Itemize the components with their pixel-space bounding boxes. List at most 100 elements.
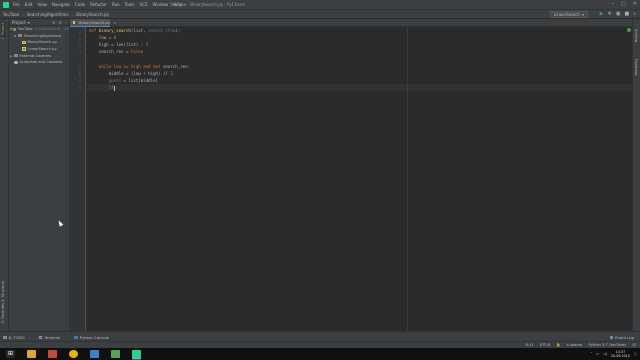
tree-external-label: External Libraries <box>19 53 52 58</box>
right-margin-guide <box>407 27 408 331</box>
hide-icon[interactable]: – <box>65 20 67 25</box>
window-title: YouTube - BinarySearch.py - PyCharm <box>170 2 246 7</box>
stop-icon[interactable]: ■ <box>624 11 629 17</box>
notifications-icon[interactable]: ▢ <box>634 352 637 356</box>
photos-icon[interactable] <box>90 350 99 358</box>
globe-icon[interactable]: ⊕ <box>52 20 55 25</box>
spreadsheet-icon[interactable] <box>111 350 120 358</box>
code-line-2: low = 0 <box>89 34 116 41</box>
indent-setting[interactable]: 4 spaces <box>567 343 583 347</box>
code-token: low = <box>89 35 114 40</box>
volume-icon[interactable]: ◁) <box>603 352 607 356</box>
tree-file-label: BinarySearch.py <box>27 40 57 45</box>
run-configuration-select[interactable]: LinearSearch ▾ <box>549 11 588 18</box>
chevron-up-icon[interactable]: ˄ <box>590 352 592 356</box>
run-config-label: LinearSearch <box>553 12 580 17</box>
code-token: ): <box>175 28 181 33</box>
system-tray: ˄ ▭ ◁) 14:37 20.06.2019 ▢ <box>590 350 640 358</box>
code-line-8: guess = list[middle] <box>89 77 158 84</box>
file-explorer-icon[interactable] <box>27 350 36 358</box>
tree-file-label: LinearSearch.py <box>27 47 57 52</box>
menu-window[interactable]: Window <box>153 2 169 7</box>
breadcrumb-project[interactable]: YouTube <box>0 12 22 17</box>
tool-tab-project[interactable]: 1: Project <box>1 23 5 40</box>
minimize-icon[interactable]: – <box>612 1 615 7</box>
tool-tab-terminal[interactable]: Terminal <box>38 335 61 340</box>
code-editor[interactable]: def binary_search(list, search_item): lo… <box>87 27 632 331</box>
lock-icon[interactable]: 🔓 <box>556 343 560 347</box>
network-icon[interactable]: ▭ <box>596 352 599 356</box>
menu-view[interactable]: View <box>37 2 47 7</box>
tool-tab-database[interactable]: Database <box>634 59 638 76</box>
menu-code[interactable]: Code <box>75 2 85 7</box>
tree-item-scratches[interactable]: Scratches and Consoles <box>9 59 69 66</box>
line-number: 7 <box>78 78 81 83</box>
maximize-icon[interactable]: □ <box>621 1 626 7</box>
tree-item-binary-search[interactable]: BinarySearch.py <box>9 39 69 46</box>
chrome-icon[interactable] <box>69 350 78 358</box>
tool-tab-event-log[interactable]: Event Log <box>609 335 634 340</box>
tool-tab-structure[interactable]: 2: Structure <box>1 281 5 302</box>
breadcrumb-folder[interactable]: SearchingAlgorithms <box>24 12 72 17</box>
tree-item-root[interactable]: ▼ YouTube C:\Users\Saruf...\Py <box>9 26 69 33</box>
code-token: guess <box>108 78 122 83</box>
code-line-6: while low <= high and not search_res: <box>89 63 190 70</box>
tool-tab-label: 6: TODO <box>8 335 25 340</box>
menu-tools[interactable]: Tools <box>125 2 135 7</box>
debug-icon[interactable]: ✱ <box>608 11 612 17</box>
file-encoding[interactable]: UTF-8 <box>540 343 550 347</box>
menu-file[interactable]: File <box>13 2 20 7</box>
code-token: = list[middle] <box>121 78 159 83</box>
coverage-icon[interactable]: ▣ <box>616 11 621 17</box>
python-file-icon <box>73 20 75 25</box>
clock[interactable]: 14:37 20.06.2019 <box>611 350 630 358</box>
menu-refactor[interactable]: Refactor <box>90 2 107 7</box>
search-icon[interactable]: ⌕ <box>633 11 636 17</box>
run-icon[interactable]: ▶ <box>600 11 604 17</box>
editor-tab-binary-search[interactable]: BinarySearch.py × <box>70 19 116 27</box>
chevron-down-icon: ▾ <box>581 12 584 17</box>
breadcrumb-file[interactable]: BinarySearch.py <box>73 12 112 17</box>
python-file-icon <box>22 47 26 51</box>
tree-item-linear-search[interactable]: LinearSearch.py <box>9 46 69 53</box>
media-player-icon[interactable] <box>48 350 57 358</box>
tool-tab-todo[interactable]: 6: TODO <box>3 335 25 340</box>
code-token: (list, <box>130 28 149 33</box>
settings-icon[interactable]: ⚙ <box>58 20 62 25</box>
chevron-down-icon[interactable]: ▾ <box>28 20 30 25</box>
close-icon[interactable]: ✕ <box>633 1 637 7</box>
menu-vcs[interactable]: VCS <box>139 2 147 7</box>
line-number: 5 <box>78 64 81 69</box>
window-controls: – □ ✕ <box>612 1 637 7</box>
tree-item-folder[interactable]: ▼ SearchingAlgorithms <box>9 33 69 40</box>
code-token: search_res: <box>160 64 191 69</box>
close-tab-icon[interactable]: × <box>113 20 116 25</box>
pycharm-taskbar-icon[interactable] <box>132 350 141 358</box>
tool-tab-sciview[interactable]: SciView <box>634 29 638 42</box>
code-token: while low <= high <box>89 64 144 69</box>
scratches-icon <box>14 60 18 65</box>
line-number: 6 <box>78 71 81 76</box>
tool-tab-label: Terminal <box>44 335 61 340</box>
code-token: binary_search <box>98 28 131 33</box>
status-bar: 8:11 UTF-8 🔓 4 spaces Python 3.7 (YouTub… <box>0 341 640 348</box>
tool-tab-python-console[interactable]: Python Console <box>74 335 109 340</box>
tool-tab-label: Python Console <box>79 335 110 340</box>
tree-root-path: C:\Users\Saruf...\Py <box>34 27 69 32</box>
menu-edit[interactable]: Edit <box>25 2 33 7</box>
inspection-ok-icon[interactable] <box>627 28 631 32</box>
project-panel-title[interactable]: Project <box>12 20 26 25</box>
tool-tab-favorites[interactable]: 2: Favorites <box>1 303 5 323</box>
python-interpreter[interactable]: Python 3.7 (YouTube) <box>588 343 626 347</box>
tree-item-external-libraries[interactable]: ▶ External Libraries <box>9 52 69 59</box>
cursor-position[interactable]: 8:11 <box>525 343 533 347</box>
editor-tab-bar: BinarySearch.py × <box>70 19 632 27</box>
menu-run[interactable]: Run <box>112 2 120 7</box>
inspector-icon[interactable]: ☺ <box>632 343 636 347</box>
windows-start-icon[interactable]: ⊞ <box>6 350 15 358</box>
menu-navigate[interactable]: Navigate <box>52 2 70 7</box>
todo-icon <box>3 335 7 340</box>
text-caret <box>113 85 115 91</box>
